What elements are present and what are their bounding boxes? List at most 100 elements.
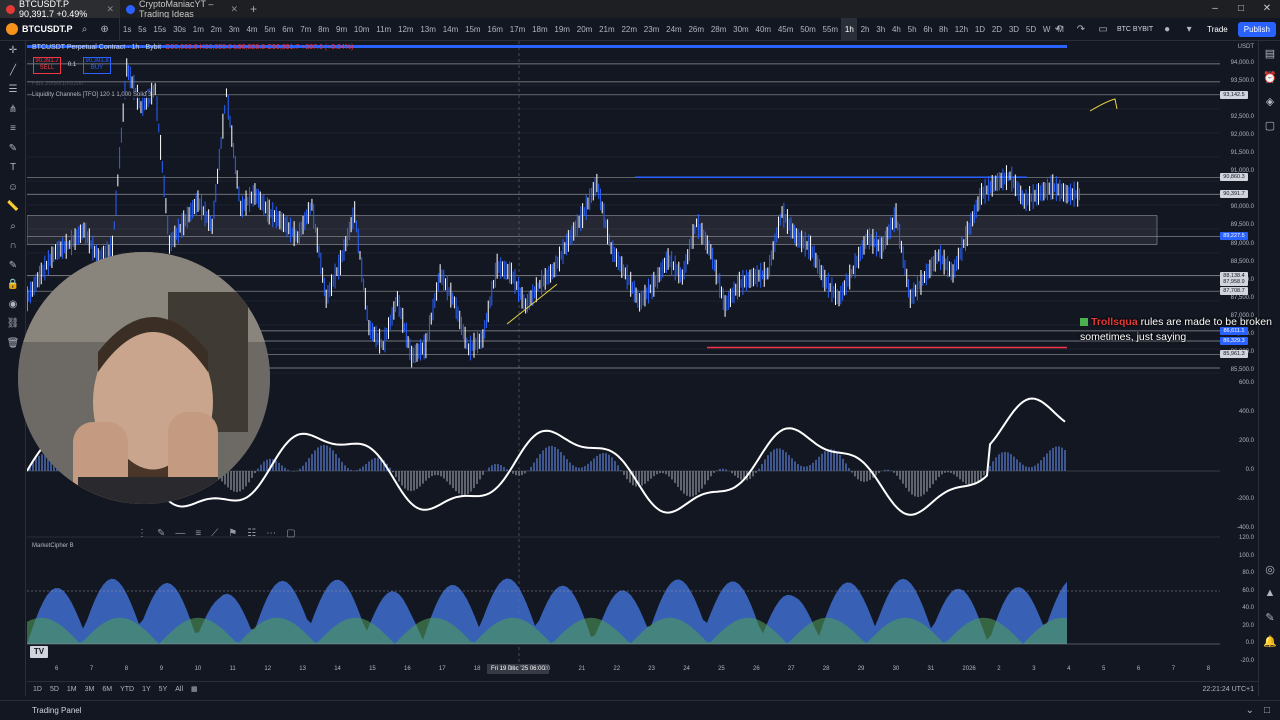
interval-28m[interactable]: 28m [707,18,729,41]
collapse-icon[interactable]: ⌄ [1246,705,1254,716]
brush-icon[interactable]: ✎ [0,139,26,159]
bell-icon[interactable]: 🔔 [1259,629,1280,653]
symbol-search[interactable]: BTCUSDT.P ⌕ ⊕ [0,17,120,41]
sell-button[interactable]: 90,391.7 SELL [33,57,61,74]
buy-button[interactable]: 90,391.8 BUY [83,57,111,74]
pitchfork-icon[interactable]: ⋔ [0,100,26,120]
range-6m[interactable]: 6M [102,686,112,693]
pencil-icon[interactable]: ✎ [157,528,165,539]
minimize-icon[interactable]: – [1202,0,1228,18]
range-1y[interactable]: 1Y [142,686,151,693]
square-icon[interactable]: ▢ [286,528,295,539]
interval-12m[interactable]: 12m [395,18,417,41]
interval-50m[interactable]: 50m [797,18,819,41]
interval-2h[interactable]: 2h [857,18,873,41]
template-icon[interactable]: ☷ [247,528,256,539]
chat-icon[interactable]: ▢ [1259,113,1280,137]
flag-icon[interactable]: ⚑ [228,528,237,539]
clock-label[interactable]: 22:21:24 UTC+1 [1202,686,1254,693]
horizontal-lines-icon[interactable]: ☰ [0,80,26,100]
interval-15m[interactable]: 15m [462,18,484,41]
close-tab-icon[interactable]: ✕ [106,4,114,15]
interval-12h[interactable]: 12h [951,18,971,41]
interval-4m[interactable]: 4m [243,18,261,41]
interval-17m[interactable]: 17m [506,18,528,41]
fib-icon[interactable]: ≡ [0,119,26,139]
search-icon[interactable]: ⌕ [77,18,93,41]
interval-3h[interactable]: 3h [873,18,889,41]
zoom-icon[interactable]: ⌕ [0,217,26,237]
ruler-icon[interactable]: 📏 [0,197,26,217]
layers-icon[interactable]: ◈ [1259,89,1280,113]
interval-1m[interactable]: 1m [189,18,207,41]
interval-5s[interactable]: 5s [135,18,150,41]
interval-5D[interactable]: 5D [1022,18,1039,41]
range-1d[interactable]: 1D [33,686,42,693]
browser-tab-ideas[interactable]: CryptoManiacYT – Trading Ideas ✕ [120,0,244,19]
interval-4h[interactable]: 4h [889,18,905,41]
trade-button[interactable]: Trade [1203,25,1232,34]
brush-icon[interactable]: ⟋ [211,528,218,539]
interval-24m[interactable]: 24m [663,18,685,41]
price-axis[interactable]: USDT 94,000.0 93,500.0 92,500.0 92,000.0 91,… [1220,41,1258,676]
interval-7m[interactable]: 7m [297,18,315,41]
lock-drawing-icon[interactable]: ✎ [0,256,26,276]
interval-2m[interactable]: 2m [207,18,225,41]
interval-3m[interactable]: 3m [225,18,243,41]
indicator-label-cipher[interactable]: MarketCipher B [32,543,74,549]
drag-handle-icon[interactable]: ⋮ [137,528,147,539]
interval-40m[interactable]: 40m [752,18,774,41]
indicator-label-liquidity[interactable]: Liquidity Channels [TFO] 120 1 1,000 Sol… [32,92,152,98]
line-icon[interactable]: — [175,528,185,539]
interval-30m[interactable]: 30m [730,18,752,41]
pencil-icon[interactable]: ✎ [1259,605,1280,629]
interval-26m[interactable]: 26m [685,18,707,41]
interval-9m[interactable]: 9m [333,18,351,41]
interval-3D[interactable]: 3D [1005,18,1022,41]
new-tab-button[interactable]: + [244,2,263,16]
interval-8h[interactable]: 8h [936,18,952,41]
maximize-icon[interactable]: □ [1228,0,1254,18]
legend-title[interactable]: BTCUSDT Perpetual Contract · 1h · Bybit [32,44,161,51]
rocket-icon[interactable]: ▲ [1259,581,1280,605]
eye-icon[interactable]: ◉ [0,295,26,315]
redo-icon[interactable]: ↷ [1073,18,1089,41]
interval-1s[interactable]: 1s [120,18,135,41]
account-icon[interactable]: ● [1159,18,1175,41]
add-symbol-icon[interactable]: ⊕ [97,18,113,41]
link-icon[interactable]: ⛓ [0,314,26,334]
interval-1h[interactable]: 1h [841,17,858,41]
interval-11m[interactable]: 11m [373,18,395,41]
avatar[interactable] [6,23,18,35]
interval-18m[interactable]: 18m [529,18,551,41]
range-5d[interactable]: 5D [50,686,59,693]
close-window-icon[interactable]: ✕ [1254,0,1280,18]
range-5y[interactable]: 5Y [159,686,168,693]
currency-label[interactable]: USDT [1220,44,1256,50]
time-axis[interactable]: Fri 19 Dec '25 06:00 6 7 8 9 10 11 12 13 14 15 16 1… [27,664,1220,676]
publish-button[interactable]: Publish [1237,22,1276,37]
interval-6h[interactable]: 6h [920,18,936,41]
interval-19m[interactable]: 19m [551,18,573,41]
interval-8m[interactable]: 8m [315,18,333,41]
emoji-icon[interactable]: ☺ [0,178,26,198]
range-all[interactable]: All [175,686,183,693]
lock-icon[interactable]: 🔒 [0,275,26,295]
alerts-icon[interactable]: ⏰ [1259,65,1280,89]
interval-15s[interactable]: 15s [150,18,170,41]
target-icon[interactable]: ◎ [1259,557,1280,581]
interval-13m[interactable]: 13m [417,18,439,41]
magnet-icon[interactable]: ∩ [0,236,26,256]
browser-tab-chart[interactable]: BTCUSDT.P 90,391.7 +0.49% ✕ [0,0,120,19]
interval-1D[interactable]: 1D [971,18,988,41]
text-icon[interactable]: T [0,158,26,178]
close-tab-icon[interactable]: ✕ [230,4,238,15]
interval-16m[interactable]: 16m [484,18,506,41]
interval-10m[interactable]: 10m [351,18,373,41]
trend-line-icon[interactable]: ╱ [0,61,26,81]
more-icon[interactable]: ⋯ [266,528,276,539]
calendar-icon[interactable]: ▦ [191,685,198,693]
interval-45m[interactable]: 45m [774,18,796,41]
watchlist-icon[interactable]: ▤ [1259,41,1280,65]
interval-20m[interactable]: 20m [573,18,595,41]
